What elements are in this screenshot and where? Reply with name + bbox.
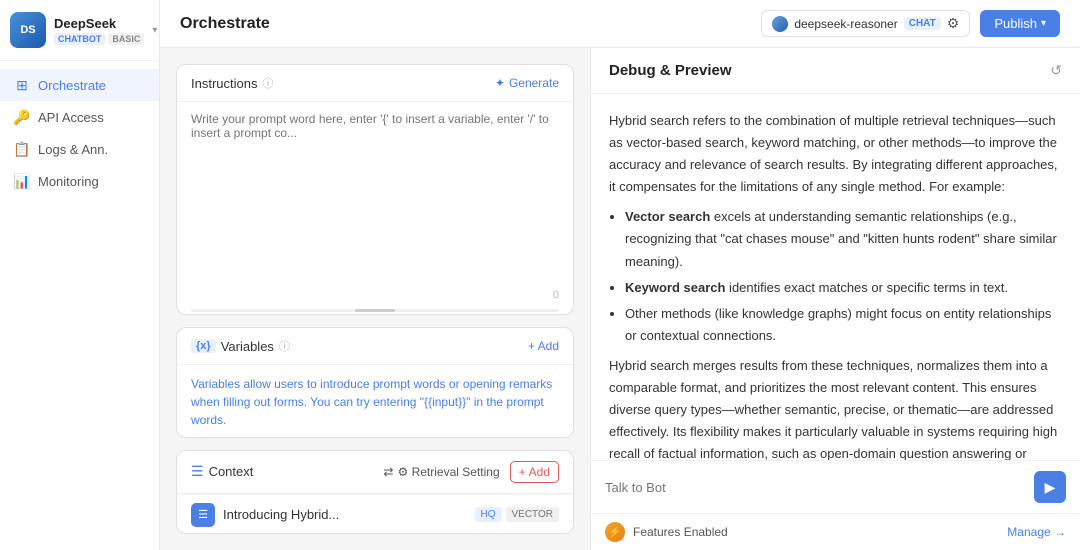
sidebar-item-orchestrate[interactable]: ⊞ Orchestrate xyxy=(0,69,159,101)
orchestrate-icon: ⊞ xyxy=(14,77,30,93)
bullet-text-3: Other methods (like knowledge graphs) mi… xyxy=(625,306,1051,343)
context-actions: ⇄ ⚙ Retrieval Setting + Add xyxy=(383,461,559,483)
scroll-thumb xyxy=(355,309,395,312)
instructions-body xyxy=(177,102,573,285)
variables-info-icon[interactable]: ⓘ xyxy=(279,338,290,354)
left-panel: Instructions ⓘ ✦ Generate 0 xyxy=(160,48,590,550)
sidebar-chevron-icon[interactable]: ▾ xyxy=(152,25,157,36)
app-logo: DS xyxy=(10,12,46,48)
model-selector[interactable]: deepseek-reasoner CHAT ⚙ xyxy=(761,10,970,37)
content-area: Instructions ⓘ ✦ Generate 0 xyxy=(160,48,1080,550)
context-item: ☰ Introducing Hybrid... HQ VECTOR xyxy=(177,494,573,534)
send-icon: ▶ xyxy=(1045,479,1056,496)
header-actions: deepseek-reasoner CHAT ⚙ Publish ▾ xyxy=(761,10,1060,37)
retrieval-icon: ⇄ xyxy=(383,465,393,479)
brand-badges: CHATBOT BASIC xyxy=(54,33,144,45)
sidebar-item-monitoring[interactable]: 📊 Monitoring xyxy=(0,165,159,197)
bottom-bar: ▶ ⚡ Features Enabled Manage → xyxy=(591,460,1080,550)
bullet-item-2: Keyword search identifies exact matches … xyxy=(625,277,1062,299)
sidebar-item-api-access[interactable]: 🔑 API Access xyxy=(0,101,159,133)
debug-body: Hybrid search refers to the combination … xyxy=(591,94,1080,460)
basic-badge: BASIC xyxy=(108,33,144,45)
features-icon: ⚡ xyxy=(605,522,625,542)
bullet-item-3: Other methods (like knowledge graphs) mi… xyxy=(625,303,1062,347)
model-settings-icon[interactable]: ⚙ xyxy=(947,15,960,32)
debug-header: Debug & Preview ↺ xyxy=(591,48,1080,94)
generate-button[interactable]: ✦ Generate xyxy=(495,76,559,90)
debug-paragraph-2: Hybrid search merges results from these … xyxy=(609,355,1062,460)
publish-chevron-icon: ▾ xyxy=(1041,18,1046,29)
variables-tag: {x} xyxy=(191,339,216,353)
publish-label: Publish xyxy=(994,16,1037,31)
context-card: ☰ Context ⇄ ⚙ Retrieval Setting + Add xyxy=(176,450,574,534)
add-context-button[interactable]: + Add xyxy=(510,461,559,483)
bullet-bold-2: Keyword search xyxy=(625,280,725,295)
main-area: Orchestrate deepseek-reasoner CHAT ⚙ Pub… xyxy=(160,0,1080,550)
bullet-item-1: Vector search excels at understanding se… xyxy=(625,206,1062,272)
talk-input-row: ▶ xyxy=(591,461,1080,513)
debug-bullets: Vector search excels at understanding se… xyxy=(625,206,1062,347)
tag-hq: HQ xyxy=(475,507,502,522)
chatbot-badge: CHATBOT xyxy=(54,33,105,45)
add-variable-button[interactable]: + Add xyxy=(528,339,559,353)
sidebar: DS DeepSeek CHATBOT BASIC ▾ ⊞ Orchestrat… xyxy=(0,0,160,550)
refresh-icon[interactable]: ↺ xyxy=(1050,62,1062,79)
brand-name: DeepSeek xyxy=(54,16,144,31)
debug-paragraph-1: Hybrid search refers to the combination … xyxy=(609,110,1062,198)
debug-title: Debug & Preview xyxy=(609,62,732,79)
context-card-header: ☰ Context ⇄ ⚙ Retrieval Setting + Add xyxy=(177,451,573,494)
page-title: Orchestrate xyxy=(180,15,270,33)
features-bar: ⚡ Features Enabled Manage → xyxy=(591,513,1080,550)
instructions-textarea[interactable] xyxy=(191,112,559,272)
context-item-icon: ☰ xyxy=(191,503,215,527)
context-title: ☰ Context xyxy=(191,463,253,480)
bullet-text-2: identifies exact matches or specific ter… xyxy=(725,280,1008,295)
sidebar-item-label: Logs & Ann. xyxy=(38,142,108,157)
monitoring-icon: 📊 xyxy=(14,173,30,189)
variables-title: {x} Variables ⓘ xyxy=(191,338,290,354)
talk-input[interactable] xyxy=(605,480,1024,495)
add-context-icon: + xyxy=(519,465,526,479)
instructions-card-header: Instructions ⓘ ✦ Generate xyxy=(177,65,573,102)
tag-vector: VECTOR xyxy=(506,507,560,522)
sidebar-item-label: Orchestrate xyxy=(38,78,106,93)
sidebar-header: DS DeepSeek CHATBOT BASIC ▾ xyxy=(0,0,159,61)
debug-content: Hybrid search refers to the combination … xyxy=(609,110,1062,460)
char-count: 0 xyxy=(177,285,573,309)
sidebar-nav: ⊞ Orchestrate 🔑 API Access 📋 Logs & Ann.… xyxy=(0,61,159,550)
main-header: Orchestrate deepseek-reasoner CHAT ⚙ Pub… xyxy=(160,0,1080,48)
scroll-indicator xyxy=(191,309,559,312)
manage-button[interactable]: Manage → xyxy=(1007,525,1066,539)
logs-icon: 📋 xyxy=(14,141,30,157)
variables-description: Variables allow users to introduce promp… xyxy=(177,365,573,438)
instructions-info-icon[interactable]: ⓘ xyxy=(262,75,273,91)
instructions-card: Instructions ⓘ ✦ Generate 0 xyxy=(176,64,574,315)
chat-badge: CHAT xyxy=(904,17,941,30)
context-item-tags: HQ VECTOR xyxy=(475,507,560,522)
bullet-bold-1: Vector search xyxy=(625,209,710,224)
model-name: deepseek-reasoner xyxy=(794,17,897,31)
generate-icon: ✦ xyxy=(495,76,505,90)
variables-card-header: {x} Variables ⓘ + Add xyxy=(177,328,573,365)
context-icon: ☰ xyxy=(191,463,204,480)
retrieval-setting-button[interactable]: ⇄ ⚙ Retrieval Setting xyxy=(383,465,499,479)
api-access-icon: 🔑 xyxy=(14,109,30,125)
sidebar-item-label: Monitoring xyxy=(38,174,99,189)
publish-button[interactable]: Publish ▾ xyxy=(980,10,1060,37)
send-button[interactable]: ▶ xyxy=(1034,471,1066,503)
features-label: Features Enabled xyxy=(633,525,999,539)
right-panel: Debug & Preview ↺ Hybrid search refers t… xyxy=(590,48,1080,550)
brand-info: DeepSeek CHATBOT BASIC xyxy=(54,16,144,45)
instructions-title: Instructions ⓘ xyxy=(191,75,273,91)
context-item-name: Introducing Hybrid... xyxy=(223,507,467,522)
sidebar-item-label: API Access xyxy=(38,110,104,125)
model-icon xyxy=(772,16,788,32)
sidebar-item-logs[interactable]: 📋 Logs & Ann. xyxy=(0,133,159,165)
variables-card: {x} Variables ⓘ + Add Variables allow us… xyxy=(176,327,574,438)
